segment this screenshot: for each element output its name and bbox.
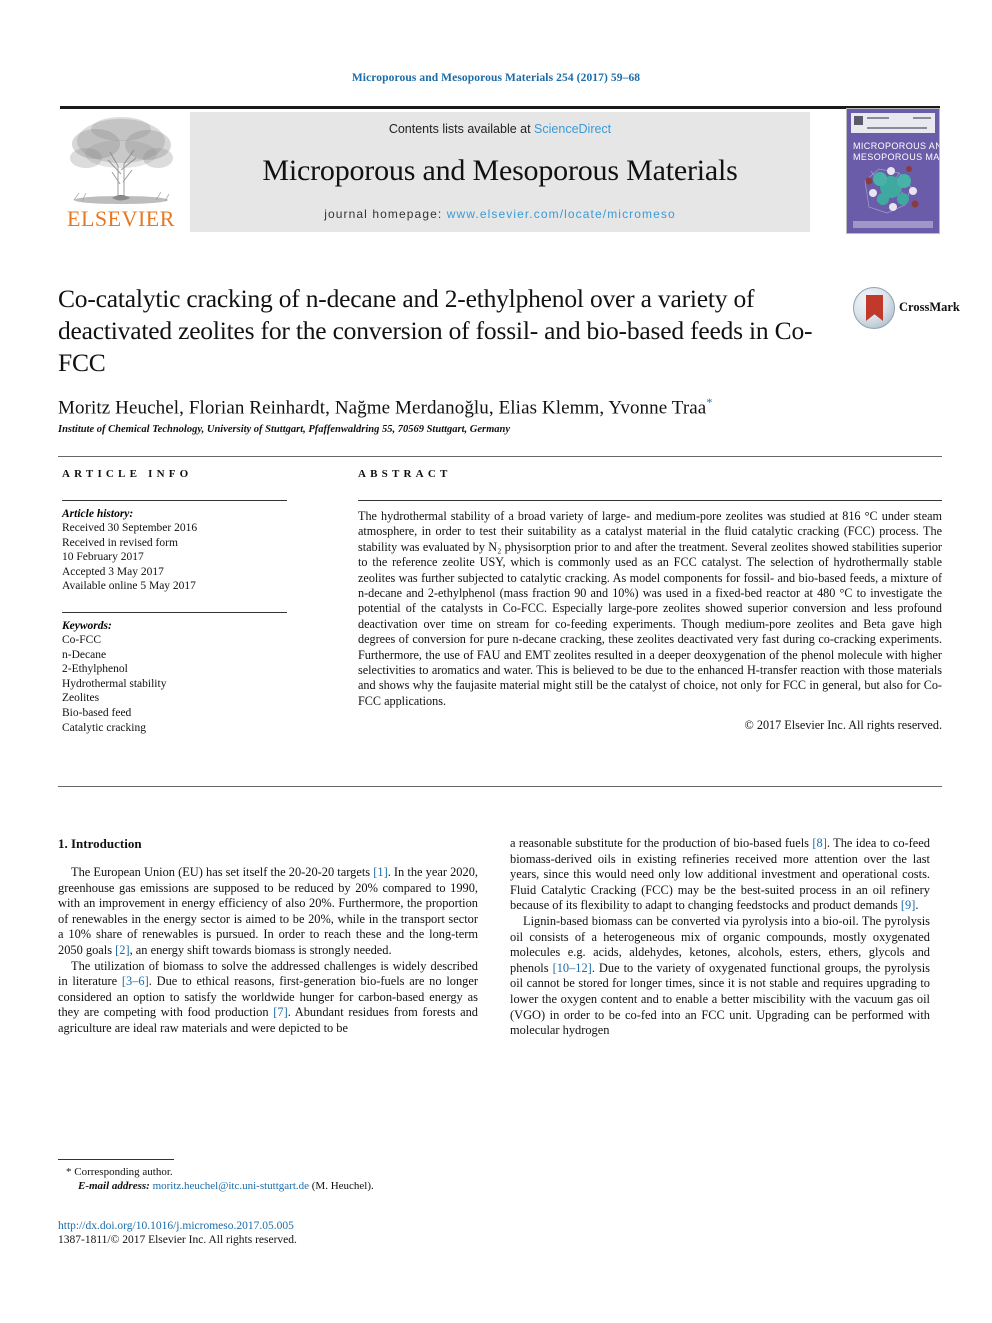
journal-homepage-line: journal homepage: www.elsevier.com/locat…: [190, 207, 810, 221]
masthead-banner: Contents lists available at ScienceDirec…: [190, 112, 810, 232]
corresponding-author-marker[interactable]: *: [706, 395, 712, 409]
keyword-item: Catalytic cracking: [62, 721, 146, 734]
keyword-item: Co-FCC: [62, 633, 101, 646]
abstract-text: The hydrothermal stability of a broad va…: [358, 509, 942, 708]
sciencedirect-link[interactable]: ScienceDirect: [534, 122, 611, 136]
abstract-column: The hydrothermal stability of a broad va…: [358, 500, 942, 733]
citation-ref[interactable]: [1]: [373, 865, 387, 879]
article-info-header: ARTICLE INFO: [62, 468, 193, 480]
abstract-section-bottom-rule: [58, 786, 942, 787]
keyword-item: Hydrothermal stability: [62, 677, 167, 690]
keyword-item: Zeolites: [62, 692, 100, 705]
article-info-rule: [62, 500, 287, 501]
footnote-block: * Corresponding author. E-mail address: …: [58, 1159, 488, 1193]
abstract-rule: [358, 500, 942, 501]
email-note: E-mail address: moritz.heuchel@itc.uni-s…: [78, 1179, 488, 1193]
history-line: 10 February 2017: [62, 551, 144, 564]
crossmark-bookmark-shape: [866, 295, 883, 321]
svg-text:MICROPOROUS AND: MICROPOROUS AND: [853, 141, 939, 151]
keywords-block: Keywords: Co-FCC n-Decane 2-Ethylphenol …: [62, 611, 298, 735]
crossmark-label: CrossMark: [899, 300, 960, 314]
abstract-section-top-rule: [58, 456, 942, 457]
journal-title: Microporous and Mesoporous Materials: [262, 154, 738, 187]
corresponding-author-text: Corresponding author.: [74, 1166, 173, 1178]
abstract-header: ABSTRACT: [358, 468, 452, 480]
history-line: Available online 5 May 2017: [62, 580, 196, 593]
author-affiliation: Institute of Chemical Technology, Univer…: [58, 424, 511, 435]
homepage-prefix-text: journal homepage:: [324, 207, 447, 221]
svg-text:MESOPOROUS MATERIALS: MESOPOROUS MATERIALS: [853, 152, 939, 162]
citation-ref[interactable]: [2]: [115, 943, 129, 957]
journal-article-page: Microporous and Mesoporous Materials 254…: [0, 0, 992, 1323]
citation-ref[interactable]: [7]: [273, 1005, 287, 1019]
keywords-label: Keywords:: [62, 619, 112, 632]
contents-prefix-text: Contents lists available at: [388, 122, 535, 136]
elsevier-logo: ELSEVIER: [62, 114, 180, 232]
corresponding-author-note: * Corresponding author.: [66, 1165, 488, 1179]
journal-masthead: ELSEVIER Contents lists available at Sci…: [60, 106, 940, 234]
article-info-column: Article history: Received 30 September 2…: [62, 500, 298, 735]
citation-ref[interactable]: [3–6]: [122, 974, 149, 988]
elsevier-tree-icon: [66, 114, 176, 206]
page-title: Co-catalytic cracking of n-decane and 2-…: [58, 284, 813, 377]
history-line: Received 30 September 2016: [62, 522, 198, 534]
journal-cover-thumbnail: MICROPOROUS AND MESOPOROUS MATERIALS: [846, 108, 940, 234]
author-list: Moritz Heuchel, Florian Reinhardt, Nağme…: [58, 395, 858, 419]
running-head: Microporous and Mesoporous Materials 254…: [351, 72, 641, 84]
history-line: Accepted 3 May 2017: [62, 565, 164, 578]
email-link[interactable]: moritz.heuchel@itc.uni-stuttgart.de: [153, 1180, 309, 1192]
footnote-rule: [58, 1159, 174, 1160]
keyword-item: Bio-based feed: [62, 706, 132, 719]
author-names: Moritz Heuchel, Florian Reinhardt, Nağme…: [58, 397, 707, 419]
doi-link[interactable]: http://dx.doi.org/10.1016/j.micromeso.20…: [58, 1219, 488, 1233]
keywords-rule: [62, 611, 287, 613]
citation-ref[interactable]: [9]: [901, 898, 915, 912]
keyword-item: 2-Ethylphenol: [62, 663, 128, 676]
body-columns: 1. Introduction The European Union (EU) …: [58, 836, 942, 1136]
doi-block: http://dx.doi.org/10.1016/j.micromeso.20…: [58, 1219, 488, 1247]
footnote-star: *: [66, 1166, 72, 1178]
email-address-label: E-mail address:: [78, 1180, 150, 1192]
body-paragraph: The European Union (EU) has set itself t…: [58, 865, 478, 957]
body-paragraph: Lignin-based biomass can be converted vi…: [510, 913, 930, 1038]
crossmark-icon: [853, 287, 895, 329]
email-owner-text: (M. Heuchel).: [311, 1180, 374, 1192]
body-paragraph: The utilization of biomass to solve the …: [58, 958, 478, 1035]
title-block: Co-catalytic cracking of n-decane and 2-…: [58, 283, 848, 379]
crossmark-badge[interactable]: CrossMark: [853, 287, 960, 331]
article-history-label: Article history:: [62, 508, 134, 520]
section-heading-introduction: 1. Introduction: [58, 836, 142, 851]
elsevier-wordmark: ELSEVIER: [67, 206, 175, 231]
body-column-right: a reasonable substitute for the producti…: [510, 836, 930, 1039]
body-paragraph: a reasonable substitute for the producti…: [510, 836, 931, 913]
citation-ref[interactable]: [10–12]: [553, 961, 592, 975]
abstract-copyright: © 2017 Elsevier Inc. All rights reserved…: [744, 718, 942, 733]
journal-homepage-link[interactable]: www.elsevier.com/locate/micromeso: [447, 207, 676, 221]
contents-lists-line: Contents lists available at ScienceDirec…: [190, 122, 810, 136]
issn-copyright-line: 1387-1811/© 2017 Elsevier Inc. All right…: [58, 1234, 297, 1246]
body-column-left: 1. Introduction The European Union (EU) …: [58, 836, 478, 1037]
citation-ref[interactable]: [8]: [812, 836, 826, 850]
keyword-item: n-Decane: [62, 648, 107, 661]
history-line: Received in revised form: [62, 536, 178, 549]
masthead-top-rule: [60, 106, 940, 109]
